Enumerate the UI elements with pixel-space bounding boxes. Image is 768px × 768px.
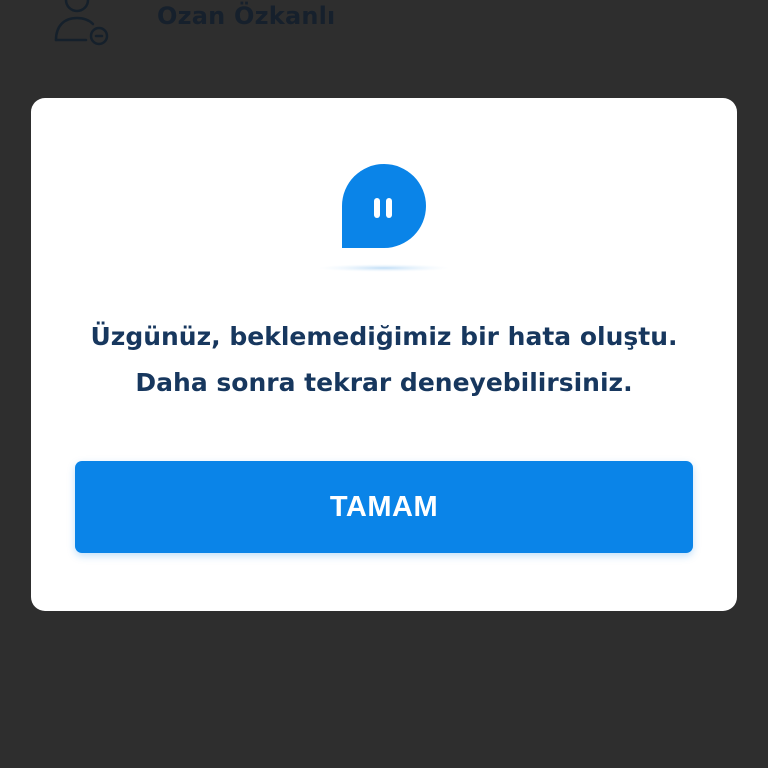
error-message: Üzgünüz, beklemediğimiz bir hata oluştu.… xyxy=(31,314,737,406)
user-name: Ozan Özkanlı xyxy=(157,2,336,30)
error-message-line-1: Üzgünüz, beklemediğimiz bir hata oluştu. xyxy=(90,322,678,351)
error-message-line-2: Daha sonra tekrar deneyebilirsiniz. xyxy=(135,368,633,397)
user-profile-icon xyxy=(54,0,109,46)
screen: Ozan Özkanlı Üzgünüz, beklemediğimiz bir… xyxy=(0,0,768,768)
ok-button[interactable]: TAMAM xyxy=(75,461,693,553)
background-header: Ozan Özkanlı xyxy=(0,0,768,60)
pause-chat-bubble-icon xyxy=(318,164,450,272)
